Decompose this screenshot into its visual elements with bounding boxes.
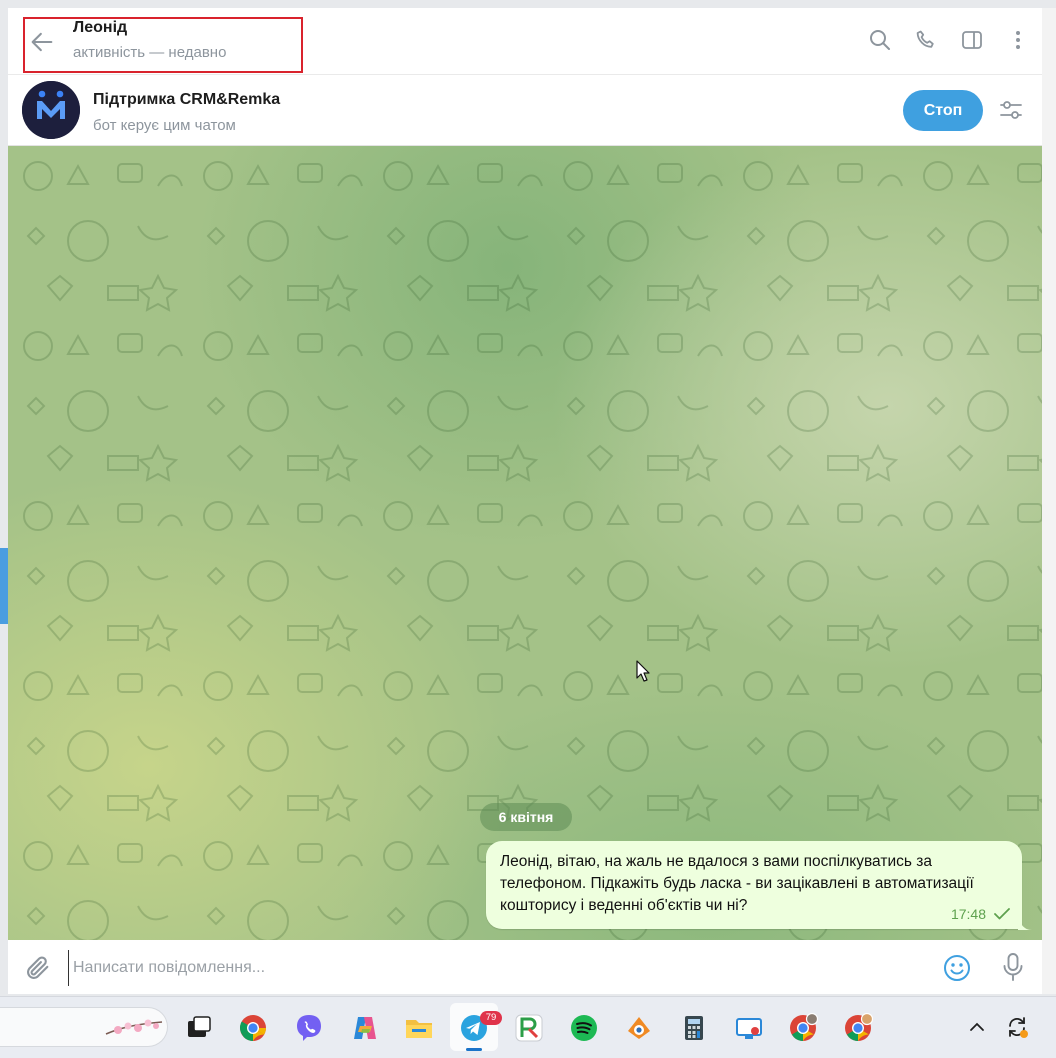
- header-actions: [868, 28, 1030, 52]
- microphone-icon[interactable]: [1000, 952, 1026, 982]
- bot-subtitle: бот керує цим чатом: [93, 117, 236, 134]
- blender-icon[interactable]: [624, 1013, 654, 1043]
- chat-status: активність — недавно: [73, 44, 227, 61]
- sliders-icon[interactable]: [998, 97, 1024, 123]
- file-explorer-icon[interactable]: [404, 1013, 434, 1043]
- screen-recorder-icon[interactable]: [734, 1013, 764, 1043]
- message-input[interactable]: [68, 950, 935, 986]
- remka-icon[interactable]: [514, 1013, 544, 1043]
- check-icon: [994, 908, 1010, 920]
- snip-tool-icon[interactable]: [184, 1013, 214, 1043]
- telegram-window: Леонід активність — недавно Підтримка CR…: [8, 8, 1042, 994]
- telegram-unread-badge: 79: [480, 1011, 502, 1025]
- emoji-icon[interactable]: [942, 953, 972, 983]
- bot-bar: Підтримка CRM&Remka бот керує цим чатом …: [8, 75, 1042, 146]
- sync-icon[interactable]: [1004, 1014, 1030, 1040]
- blossom-widget-icon: [105, 1019, 163, 1035]
- message-text: Леонід, вітаю, на жаль не вдалося з вами…: [500, 853, 974, 914]
- sidebar-icon[interactable]: [960, 28, 984, 52]
- outgoing-message[interactable]: Леонід, вітаю, на жаль не вдалося з вами…: [486, 841, 1022, 929]
- chrome-icon[interactable]: [238, 1013, 268, 1043]
- paperclip-icon[interactable]: [24, 954, 52, 982]
- copilot-icon[interactable]: [350, 1013, 380, 1043]
- chat-title[interactable]: Леонід: [73, 19, 127, 37]
- chrome-profile-2-icon[interactable]: [843, 1013, 873, 1043]
- more-icon[interactable]: [1006, 28, 1030, 52]
- chevron-up-icon[interactable]: [968, 1019, 986, 1035]
- phone-icon[interactable]: [914, 28, 938, 52]
- chrome-profile-1-icon[interactable]: [788, 1013, 818, 1043]
- stop-button[interactable]: Стоп: [903, 90, 983, 131]
- date-separator: 6 квітня: [480, 803, 572, 831]
- active-app-indicator: [466, 1048, 482, 1051]
- calculator-icon[interactable]: [679, 1013, 709, 1043]
- viber-icon[interactable]: [294, 1013, 324, 1043]
- bot-avatar[interactable]: [22, 81, 80, 139]
- adjacent-window-edge: [1042, 8, 1056, 994]
- message-time: 17:48: [950, 906, 986, 922]
- bot-logo-icon: [22, 81, 80, 139]
- composer: [8, 940, 1042, 994]
- bubble-tail: [1018, 916, 1032, 930]
- windows-taskbar: 79: [0, 996, 1056, 1058]
- search-icon[interactable]: [868, 28, 892, 52]
- taskbar-search[interactable]: [0, 1007, 168, 1047]
- chat-header: Леонід активність — недавно: [8, 8, 1042, 75]
- window-edge-accent: [0, 548, 8, 624]
- bot-name[interactable]: Підтримка CRM&Remka: [93, 91, 280, 109]
- message-area[interactable]: 6 квітня Леонід, вітаю, на жаль не вдало…: [8, 146, 1042, 940]
- spotify-icon[interactable]: [569, 1013, 599, 1043]
- message-meta: 17:48: [951, 906, 1010, 922]
- mouse-pointer-icon: [636, 660, 650, 682]
